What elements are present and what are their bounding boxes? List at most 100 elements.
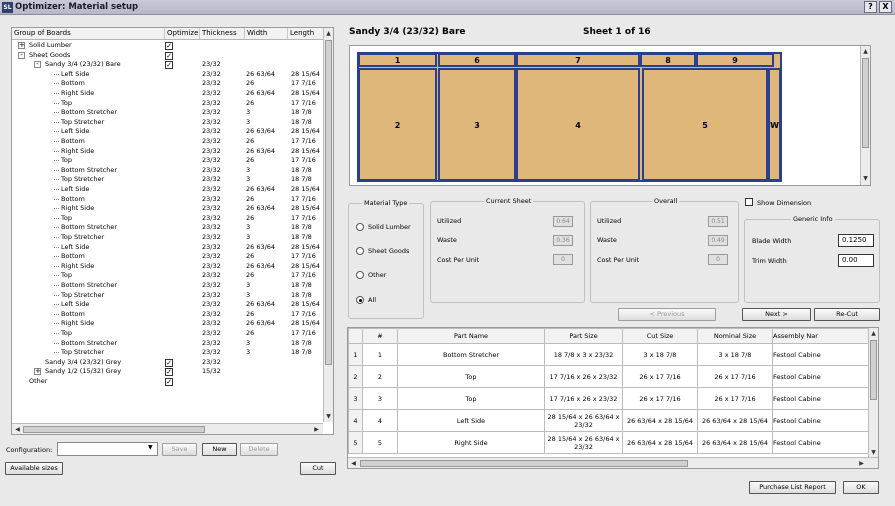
- tree-row[interactable]: Bottom 23/32 26 17 7/16: [12, 137, 322, 147]
- tree-row[interactable]: Bottom Stretcher 23/32 3 18 7/8: [12, 281, 322, 291]
- piece-4[interactable]: 4: [516, 68, 640, 181]
- tree-row[interactable]: Bottom 23/32 26 17 7/16: [12, 310, 322, 320]
- delete-button[interactable]: Delete: [240, 443, 278, 456]
- tree-row[interactable]: Right Side 23/32 26 63/64 28 15/64: [12, 204, 322, 214]
- radio-other[interactable]: [356, 271, 364, 279]
- cut-button[interactable]: Cut: [300, 462, 336, 475]
- radio-sheet-goods[interactable]: [356, 247, 364, 255]
- tree-row[interactable]: Bottom Stretcher 23/32 3 18 7/8: [12, 108, 322, 118]
- radio-sheet-goods-label[interactable]: Sheet Goods: [368, 247, 409, 255]
- scroll-left-icon[interactable]: ◀: [349, 459, 358, 468]
- tree-row[interactable]: Bottom Stretcher 23/32 3 18 7/8: [12, 339, 322, 349]
- radio-all-label[interactable]: All: [368, 296, 376, 304]
- table-row[interactable]: 2 2 Top 17 7/16 x 26 x 23/32 26 x 17 7/16 26 …: [348, 365, 878, 388]
- scroll-right-icon[interactable]: ▶: [857, 459, 866, 468]
- tree-row[interactable]: - Sandy 3/4 (23/32) Bare ✓ 23/32: [12, 60, 322, 70]
- recut-button[interactable]: Re-Cut: [814, 308, 880, 321]
- scroll-left-icon[interactable]: ◀: [13, 425, 22, 434]
- table-row[interactable]: 4 4 Left Side 28 15/64 x 26 63/64 x 23/32 26…: [348, 409, 878, 432]
- piece-w[interactable]: W: [768, 68, 781, 181]
- tree-row[interactable]: Right Side 23/32 26 63/64 28 15/64: [12, 147, 322, 157]
- scroll-thumb[interactable]: [870, 340, 877, 400]
- scroll-thumb[interactable]: [325, 40, 332, 365]
- optimize-checkbox[interactable]: ✓: [165, 358, 173, 367]
- tree-row[interactable]: Left Side 23/32 26 63/64 28 15/64: [12, 70, 322, 80]
- tree-row[interactable]: Top 23/32 26 17 7/16: [12, 99, 322, 109]
- col-nominal-size[interactable]: Nominal Size: [697, 328, 773, 344]
- piece-5[interactable]: 5: [642, 68, 768, 181]
- tree-vscroll[interactable]: ▲ ▼: [323, 28, 333, 422]
- tree-row[interactable]: Bottom 23/32 26 17 7/16: [12, 252, 322, 262]
- save-button[interactable]: Save: [162, 443, 197, 456]
- table-row[interactable]: 3 3 Top 17 7/16 x 26 x 23/32 26 x 17 7/16 26 …: [348, 387, 878, 410]
- optimize-checkbox[interactable]: ✓: [165, 378, 173, 386]
- radio-solid-lumber[interactable]: [356, 223, 364, 231]
- table-row[interactable]: 1 1 Bottom Stretcher 18 7/8 x 3 x 23/32 3 x …: [348, 343, 878, 366]
- optimize-checkbox[interactable]: ✓: [165, 61, 173, 70]
- expand-icon[interactable]: +: [34, 368, 41, 376]
- tree-row[interactable]: Top Stretcher 23/32 3 18 7/8: [12, 233, 322, 243]
- tree-row[interactable]: Right Side 23/32 26 63/64 28 15/64: [12, 319, 322, 329]
- ok-button[interactable]: OK: [843, 481, 879, 494]
- tree-row[interactable]: Left Side 23/32 26 63/64 28 15/64: [12, 300, 322, 310]
- tree-row[interactable]: Left Side 23/32 26 63/64 28 15/64: [12, 185, 322, 195]
- tree-row[interactable]: + Sandy 1/2 (15/32) Grey ✓ 15/32: [12, 367, 322, 377]
- piece-strip-7[interactable]: 7: [516, 53, 640, 67]
- tree-row[interactable]: Top Stretcher 23/32 3 18 7/8: [12, 291, 322, 301]
- tree-row[interactable]: Top Stretcher 23/32 3 18 7/8: [12, 348, 322, 358]
- trim-width-input[interactable]: 0.00: [838, 254, 874, 267]
- col-assembly-name[interactable]: Assembly Nar: [772, 328, 878, 344]
- piece-2[interactable]: 2: [358, 68, 437, 181]
- col-part-size[interactable]: Part Size: [544, 328, 623, 344]
- tree-row[interactable]: Right Side 23/32 26 63/64 28 15/64: [12, 262, 322, 272]
- tree-row[interactable]: Top Stretcher 23/32 3 18 7/8: [12, 118, 322, 128]
- col-number[interactable]: #: [362, 328, 398, 344]
- new-button[interactable]: New: [202, 443, 237, 456]
- purchase-list-report-button[interactable]: Purchase List Report: [749, 481, 836, 494]
- table-row[interactable]: 5 5 Right Side 28 15/64 x 26 63/64 x 23/32 2…: [348, 431, 878, 454]
- tree-row[interactable]: Bottom 23/32 26 17 7/16: [12, 79, 322, 89]
- col-part-name[interactable]: Part Name: [397, 328, 545, 344]
- optimize-checkbox[interactable]: ✓: [165, 368, 173, 377]
- blade-width-input[interactable]: 0.1250: [838, 234, 874, 247]
- tree-row[interactable]: Sandy 3/4 (23/32) Grey ✓ 23/32: [12, 358, 322, 368]
- tree-row[interactable]: - Sheet Goods ✓: [12, 51, 322, 61]
- tree-row[interactable]: Other ✓: [12, 377, 322, 387]
- radio-other-label[interactable]: Other: [368, 271, 386, 279]
- scroll-up-icon[interactable]: ▲: [324, 29, 333, 38]
- scroll-down-icon[interactable]: ▼: [324, 412, 333, 421]
- piece-3[interactable]: 3: [438, 68, 516, 181]
- expand-icon[interactable]: +: [18, 42, 25, 49]
- radio-solid-lumber-label[interactable]: Solid Lumber: [368, 223, 411, 231]
- radio-all[interactable]: [356, 296, 364, 304]
- chevron-down-icon[interactable]: ▼: [148, 444, 153, 451]
- close-button[interactable]: X: [879, 1, 892, 13]
- show-dimension-checkbox[interactable]: [745, 198, 753, 206]
- piece-strip-9[interactable]: 9: [696, 53, 774, 67]
- tree-row[interactable]: Right Side 23/32 26 63/64 28 15/64: [12, 89, 322, 99]
- scroll-right-icon[interactable]: ▶: [312, 425, 321, 434]
- parts-vscroll[interactable]: ▲ ▼: [868, 328, 878, 458]
- scroll-up-icon[interactable]: ▲: [861, 47, 870, 56]
- tree-row[interactable]: Top 23/32 26 17 7/16: [12, 214, 322, 224]
- sheet-vscroll[interactable]: ▲ ▼: [860, 46, 870, 185]
- help-button[interactable]: ?: [864, 1, 877, 13]
- show-dimension-label[interactable]: Show Dimension: [757, 199, 811, 207]
- collapse-icon[interactable]: -: [18, 51, 25, 59]
- tree-row[interactable]: Top Stretcher 23/32 3 18 7/8: [12, 175, 322, 185]
- col-length[interactable]: Length: [287, 28, 314, 39]
- tree-row[interactable]: Bottom Stretcher 23/32 3 18 7/8: [12, 166, 322, 176]
- piece-strip-1[interactable]: 1: [358, 53, 437, 67]
- col-cut-size[interactable]: Cut Size: [622, 328, 698, 344]
- tree-row[interactable]: Bottom 23/32 26 17 7/16: [12, 195, 322, 205]
- available-sizes-button[interactable]: Available sizes: [5, 462, 63, 475]
- piece-strip-6[interactable]: 6: [438, 53, 516, 67]
- scroll-up-icon[interactable]: ▲: [869, 329, 878, 338]
- previous-button[interactable]: < Previous: [618, 308, 716, 321]
- optimize-checkbox[interactable]: ✓: [165, 42, 173, 50]
- next-button[interactable]: Next >: [742, 308, 811, 321]
- col-group[interactable]: Group of Boards: [12, 28, 71, 39]
- configuration-select[interactable]: [57, 442, 158, 456]
- optimize-checkbox[interactable]: ✓: [165, 51, 173, 60]
- parts-hscroll[interactable]: ◀ ▶: [348, 457, 878, 468]
